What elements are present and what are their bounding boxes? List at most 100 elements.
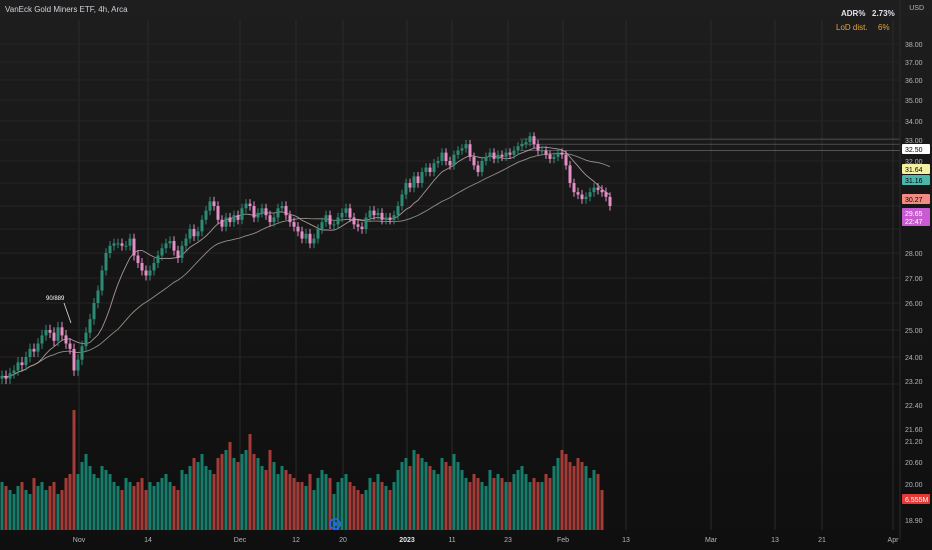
candle-body-151 xyxy=(604,192,608,197)
candle-body-3 xyxy=(12,370,16,374)
candle-body-142 xyxy=(568,165,572,183)
volume-bar-97 xyxy=(388,490,392,530)
x-axis-tick-label-2: Dec xyxy=(234,537,247,544)
volume-bar-24 xyxy=(96,478,100,530)
x-axis-tick-label-6: 11 xyxy=(448,537,455,544)
volume-bar-104 xyxy=(416,454,420,530)
candle-body-116 xyxy=(464,144,468,149)
candle-body-146 xyxy=(584,196,588,200)
volume-bar-56 xyxy=(224,450,228,530)
candle-body-22 xyxy=(88,319,92,333)
volume-bar-65 xyxy=(260,466,264,530)
candle-body-39 xyxy=(156,255,160,263)
candle-body-83 xyxy=(332,224,336,226)
candle-body-72 xyxy=(288,215,292,223)
volume-bar-55 xyxy=(220,454,224,530)
sma-slow-line xyxy=(1,153,611,378)
y-axis-tick-label-15: 21.20 xyxy=(905,439,923,446)
volume-bar-2 xyxy=(8,490,12,530)
candle-body-107 xyxy=(428,167,432,172)
candle-body-61 xyxy=(244,203,248,209)
volume-bar-57 xyxy=(228,442,232,530)
volume-bar-19 xyxy=(76,474,80,530)
volume-bar-91 xyxy=(364,490,368,530)
volume-bar-60 xyxy=(240,454,244,530)
volume-bar-5 xyxy=(20,482,24,530)
volume-bar-110 xyxy=(440,458,444,530)
candle-body-62 xyxy=(248,203,252,206)
volume-bar-41 xyxy=(164,474,168,530)
volume-bar-39 xyxy=(156,482,160,530)
candle-body-6 xyxy=(24,357,28,366)
candle-body-147 xyxy=(588,192,592,197)
volume-bar-69 xyxy=(276,474,280,530)
volume-bar-130 xyxy=(520,466,524,530)
candle-body-47 xyxy=(188,229,192,239)
volume-bar-10 xyxy=(40,482,44,530)
price-chart[interactable]: 90/88938.0037.0036.0035.0034.0033.0032.0… xyxy=(0,0,932,550)
y-axis-tick-label-3: 35.00 xyxy=(905,98,923,105)
candle-body-121 xyxy=(484,156,488,161)
candle-body-67 xyxy=(268,215,272,223)
volume-bar-96 xyxy=(384,486,388,530)
candle-body-115 xyxy=(460,148,464,151)
volume-bar-105 xyxy=(420,458,424,530)
volume-bar-36 xyxy=(144,490,148,530)
volume-bar-58 xyxy=(232,458,236,530)
volume-bar-20 xyxy=(80,462,84,530)
x-axis-tick-label-11: 13 xyxy=(771,537,779,544)
volume-bar-31 xyxy=(124,478,128,530)
volume-bar-118 xyxy=(472,474,476,530)
volume-bar-40 xyxy=(160,478,164,530)
candle-body-134 xyxy=(536,144,540,151)
y-axis-tick-label-12: 23.20 xyxy=(905,379,923,386)
volume-bar-98 xyxy=(392,482,396,530)
candle-body-27 xyxy=(108,245,112,253)
volume-bar-37 xyxy=(148,482,152,530)
candle-body-99 xyxy=(396,206,400,216)
volume-bar-76 xyxy=(304,486,308,530)
volume-bar-117 xyxy=(468,482,472,530)
volume-bar-9 xyxy=(36,486,40,530)
candle-body-79 xyxy=(316,229,320,239)
candle-body-149 xyxy=(596,187,600,190)
volume-bar-113 xyxy=(452,454,456,530)
candle-body-119 xyxy=(476,165,480,172)
volume-bar-134 xyxy=(536,482,540,530)
volume-bar-138 xyxy=(552,466,556,530)
candle-body-143 xyxy=(572,183,576,193)
candle-body-135 xyxy=(540,150,544,152)
volume-bar-33 xyxy=(132,486,136,530)
tradingview-logo-dot xyxy=(333,522,337,526)
volume-bar-103 xyxy=(412,450,416,530)
candle-body-127 xyxy=(508,152,512,155)
candle-body-25 xyxy=(100,270,104,291)
candle-body-140 xyxy=(560,152,564,155)
volume-bar-25 xyxy=(100,466,104,530)
candle-body-136 xyxy=(544,150,548,155)
candle-body-26 xyxy=(104,253,108,271)
volume-bar-12 xyxy=(48,486,52,530)
candle-body-101 xyxy=(404,183,408,195)
candle-body-131 xyxy=(524,142,528,145)
volume-bar-53 xyxy=(212,474,216,530)
volume-bar-127 xyxy=(508,482,512,530)
volume-bar-88 xyxy=(352,486,356,530)
candle-body-129 xyxy=(516,146,520,151)
candle-body-17 xyxy=(68,343,72,349)
volume-bar-72 xyxy=(288,474,292,530)
volume-bar-46 xyxy=(184,474,188,530)
candle-body-150 xyxy=(600,189,604,193)
candle-body-132 xyxy=(528,136,532,143)
volume-bar-74 xyxy=(296,482,300,530)
candle-body-40 xyxy=(160,248,164,256)
volume-bar-45 xyxy=(180,470,184,530)
volume-bar-121 xyxy=(484,486,488,530)
volume-bar-70 xyxy=(280,466,284,530)
candle-body-55 xyxy=(220,219,224,227)
candle-body-45 xyxy=(180,245,184,258)
candle-body-63 xyxy=(252,206,256,218)
candle-body-8 xyxy=(32,348,36,352)
price-badge-text-3: 30.27 xyxy=(905,197,923,204)
volume-bar-101 xyxy=(404,458,408,530)
